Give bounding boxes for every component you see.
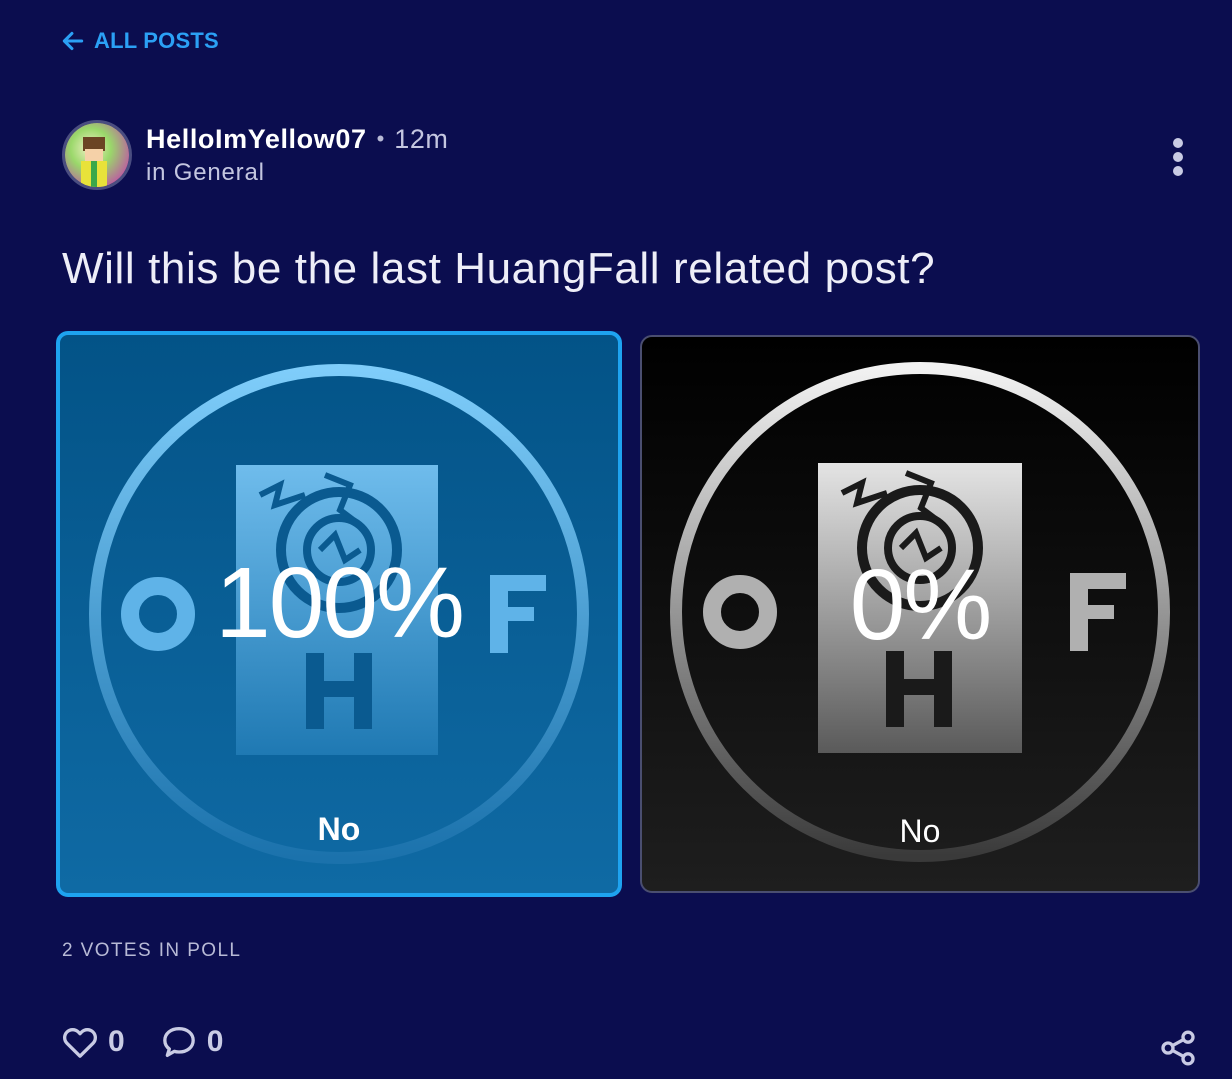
author-name[interactable]: HelloImYellow07 bbox=[146, 124, 367, 155]
avatar-image bbox=[65, 123, 129, 187]
post-actions: 0 0 bbox=[60, 1022, 223, 1062]
avatar[interactable] bbox=[62, 120, 132, 190]
comment-icon bbox=[162, 1027, 195, 1057]
comment-button[interactable]: 0 bbox=[159, 1022, 224, 1062]
community-prefix: in bbox=[146, 158, 167, 186]
poll-option-2[interactable]: 0% No bbox=[640, 335, 1200, 893]
poll-option-percent: 0% bbox=[849, 549, 993, 661]
all-posts-link[interactable]: ALL POSTS bbox=[60, 28, 219, 54]
share-icon bbox=[1161, 1030, 1195, 1066]
poll-option-1[interactable]: 100% No bbox=[56, 331, 622, 897]
poll-option-percent: 100% bbox=[215, 547, 465, 659]
separator-dot: • bbox=[376, 126, 385, 151]
post-header: HelloImYellow07 • 12m in General bbox=[62, 120, 448, 190]
more-vertical-icon-dot bbox=[1173, 152, 1183, 162]
post-time: 12m bbox=[394, 123, 449, 154]
more-options-button[interactable] bbox=[1160, 134, 1196, 180]
post-page: ALL POSTS HelloImYellow07 • 12m in Gener… bbox=[0, 0, 1232, 1079]
like-count: 0 bbox=[108, 1025, 125, 1058]
poll-option-label: No bbox=[317, 811, 361, 847]
poll: 100% No 0% No bbox=[56, 331, 1200, 897]
more-vertical-icon-dot bbox=[1173, 166, 1183, 176]
community-name[interactable]: General bbox=[174, 159, 265, 186]
community-line: in General bbox=[146, 159, 448, 187]
comment-count: 0 bbox=[206, 1025, 224, 1058]
share-button[interactable] bbox=[1158, 1028, 1198, 1068]
poll-votes-count: 2 VOTES IN POLL bbox=[62, 940, 242, 961]
arrow-left-icon bbox=[62, 31, 84, 51]
heart-icon bbox=[63, 1028, 97, 1058]
author-meta: HelloImYellow07 • 12m in General bbox=[146, 124, 448, 187]
all-posts-label: ALL POSTS bbox=[94, 28, 219, 53]
like-button[interactable]: 0 bbox=[60, 1022, 125, 1062]
poll-option-label: No bbox=[899, 813, 941, 849]
more-vertical-icon-dot bbox=[1173, 138, 1183, 148]
author-line: HelloImYellow07 • 12m bbox=[146, 124, 448, 155]
post-title: Will this be the last HuangFall related … bbox=[62, 244, 936, 293]
